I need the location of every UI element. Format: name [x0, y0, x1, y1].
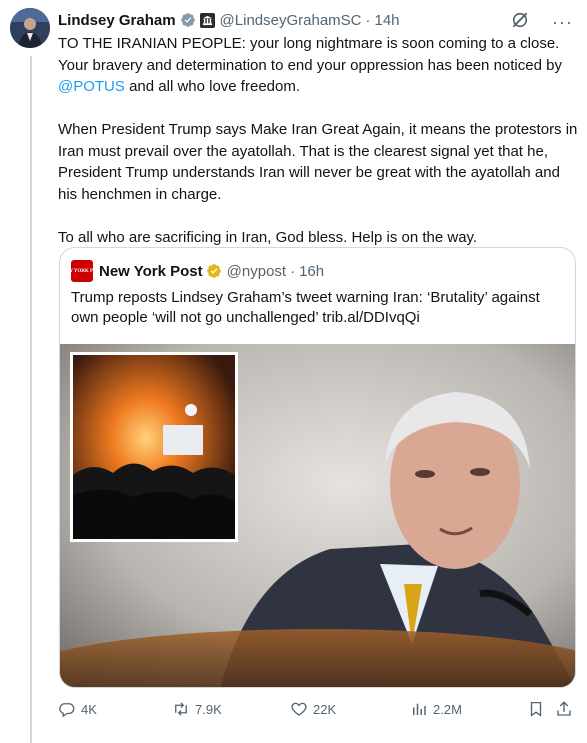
tweet-body: TO THE IRANIAN PEOPLE: your long nightma… [58, 33, 580, 270]
tweet-paragraph-1: TO THE IRANIAN PEOPLE: your long nightma… [58, 33, 580, 98]
quote-author-name[interactable]: New York Post [99, 263, 203, 280]
bookmark-icon [530, 701, 542, 717]
reply-count: 4K [81, 701, 97, 717]
author-name[interactable]: Lindsey Graham [58, 12, 176, 29]
author-handle[interactable]: @LindseyGrahamSC [220, 12, 362, 29]
separator-dot: · [365, 11, 371, 29]
government-badge-icon [199, 12, 215, 28]
nypost-logo[interactable]: NEW YORK POST [61, 260, 103, 282]
mention-link[interactable]: @POTUS [58, 78, 125, 95]
header-actions: ··· [510, 10, 573, 34]
views-icon [413, 703, 426, 715]
nypost-logo-text: NEW YORK POST [60, 268, 104, 274]
quote-text: Trump reposts Lindsey Graham’s tweet war… [71, 289, 540, 326]
quote-separator-dot: · [290, 262, 296, 280]
tweet-header: Lindsey Graham @LindseyGrahamSC · 14h ··… [58, 10, 579, 32]
grok-icon[interactable] [510, 10, 530, 34]
share-button[interactable] [555, 700, 573, 718]
like-count: 22K [313, 701, 337, 717]
bookmark-button[interactable] [527, 700, 545, 718]
repost-count: 7.9K [195, 701, 222, 717]
views-count: 2.2M [433, 701, 462, 717]
verified-badge-icon [180, 12, 196, 28]
reply-button[interactable]: 4K [58, 700, 97, 718]
avatar-image [10, 8, 50, 48]
views-button[interactable]: 2.2M [410, 700, 462, 718]
avatar[interactable] [10, 8, 50, 48]
share-icon [557, 701, 571, 716]
repost-button[interactable]: 7.9K [172, 700, 222, 718]
gold-verified-icon [206, 263, 222, 279]
quote-media-image[interactable] [60, 344, 575, 687]
tweet-text-1a: TO THE IRANIAN PEOPLE: your long nightma… [58, 35, 562, 74]
tweet-paragraph-3: To all who are sacrificing in Iran, God … [58, 228, 478, 246]
more-icon[interactable]: ··· [552, 13, 573, 31]
quoted-tweet-card[interactable]: NEW YORK POST New York Post @nypost · 16… [59, 247, 576, 688]
tweet-timestamp[interactable]: 14h [375, 12, 400, 29]
protest-fire-scene [73, 355, 235, 539]
quote-header: NEW YORK POST New York Post @nypost · 16… [61, 260, 324, 282]
like-button[interactable]: 22K [290, 700, 336, 718]
tweet-paragraph-2: When President Trump says Make Iran Grea… [58, 121, 578, 203]
quote-timestamp[interactable]: 16h [299, 263, 324, 280]
tweet-text-1b: and all who love freedom. [124, 78, 301, 95]
action-bar: 4K 7.9K 22K 2.2M [58, 700, 580, 722]
protest-inset-image [70, 352, 238, 542]
repost-icon [175, 702, 187, 716]
quote-handle[interactable]: @nypost [227, 263, 286, 280]
thread-line [30, 56, 32, 743]
reply-icon [59, 703, 75, 718]
like-icon [291, 702, 307, 716]
